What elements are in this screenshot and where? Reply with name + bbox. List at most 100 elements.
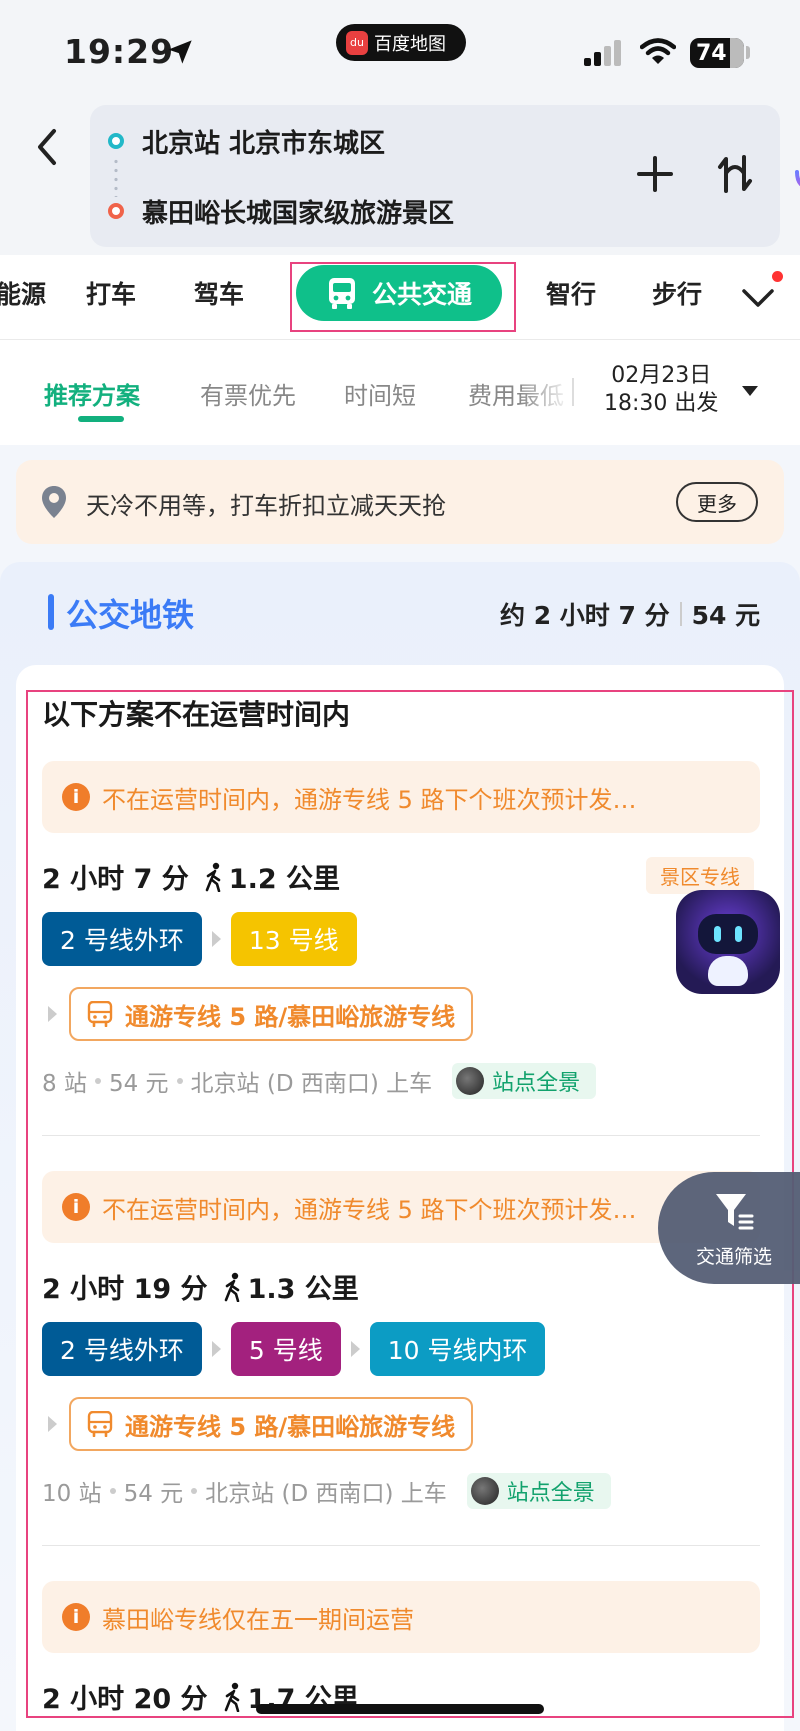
battery-tip	[746, 46, 750, 59]
meta-dot	[109, 1488, 116, 1494]
line-chip[interactable]: 13 号线	[230, 912, 357, 966]
transit-filter-button[interactable]: 交通筛选	[658, 1172, 800, 1284]
walk-icon	[224, 1272, 239, 1302]
add-stop-button[interactable]	[630, 149, 680, 199]
caret-down-icon[interactable]	[742, 386, 758, 396]
chevron-right-icon	[48, 1416, 57, 1432]
plan-2-meta: 10 站 54 元 北京站 (D 西南口) 上车 站点全景	[42, 1473, 611, 1509]
panel-title: 公交地铁	[66, 596, 195, 634]
plan-1-board: 北京站 (D 西南口) 上车	[190, 1071, 433, 1097]
plan-1-summary[interactable]: 2 小时 7 分 1.2 公里	[42, 857, 340, 896]
transit-filter-label: 交通筛选	[696, 1246, 773, 1268]
line-chip[interactable]: 10 号线内环	[369, 1322, 546, 1376]
summary-separator	[679, 602, 682, 626]
plan-1-warning[interactable]: i 不在运营时间内，通游专线 5 路下个班次预计发…	[42, 761, 760, 833]
plan-2-warning-text: 不在运营时间内，通游专线 5 路下个班次预计发…	[102, 1195, 637, 1224]
plan-2-walk-distance: 1.3 公里	[247, 1274, 359, 1305]
plan-1-stops: 8 站	[42, 1071, 87, 1097]
chevron-down-icon[interactable]	[740, 279, 776, 315]
plan-2-stops: 10 站	[42, 1481, 102, 1507]
filter-icon	[716, 1194, 754, 1230]
tab-walk[interactable]: 步行	[652, 275, 702, 311]
plan-2-lines: 2 号线外环 5 号线 10 号线内环	[42, 1322, 546, 1376]
plan-1-bus-row: 通游专线 5 路/慕田峪旅游专线	[48, 987, 474, 1041]
sort-recommended[interactable]: 推荐方案	[44, 376, 140, 411]
promo-text: 天冷不用等，打车折扣立减天天抢	[86, 492, 446, 520]
plan-divider	[42, 1135, 760, 1136]
route-start[interactable]: 北京站 北京市东城区	[142, 123, 385, 160]
end-dot-icon	[108, 203, 124, 219]
location-arrow-icon	[168, 40, 192, 64]
plan-2-fare: 54 元	[123, 1481, 184, 1507]
promo-banner[interactable]: 天冷不用等，打车折扣立减天天抢 更多	[16, 460, 784, 544]
plan-1-warning-text: 不在运营时间内，通游专线 5 路下个班次预计发…	[102, 785, 637, 814]
status-bar: 19:29 du 百度地图 74	[0, 0, 800, 105]
tab-taxi[interactable]: 打车	[86, 275, 136, 311]
battery-empty-portion	[730, 38, 744, 68]
app-indicator-pill[interactable]: du 百度地图	[336, 24, 466, 61]
sort-shortest-time[interactable]: 时间短	[344, 376, 416, 411]
swap-route-button[interactable]	[710, 149, 760, 199]
card-heading: 以下方案不在运营时间内	[42, 698, 351, 731]
promo-more-button[interactable]: 更多	[676, 482, 758, 522]
tab-drive[interactable]: 驾车	[194, 275, 244, 311]
plan-3-warning-text: 慕田峪专线仅在五一期间运营	[102, 1605, 414, 1634]
assistant-robot-icon[interactable]	[676, 890, 780, 994]
station-panorama-button[interactable]: 站点全景	[466, 1473, 611, 1509]
bus-line-chip[interactable]: 通游专线 5 路/慕田峪旅游专线	[69, 987, 474, 1041]
panorama-thumbnail	[470, 1477, 499, 1505]
robot-eye	[735, 926, 742, 942]
tab-energy[interactable]: 能源	[0, 275, 46, 311]
panel-summary: 约 2 小时 7 分 54 元	[500, 596, 760, 632]
plan-1-lines: 2 号线外环 13 号线	[42, 912, 357, 966]
plan-3-warning[interactable]: i 慕田峪专线仅在五一期间运营	[42, 1581, 760, 1653]
plan-3-duration: 2 小时 20 分	[42, 1684, 208, 1715]
sort-active-underline	[78, 416, 124, 422]
home-indicator[interactable]	[256, 1704, 544, 1714]
route-input-box[interactable]: 北京站 北京市东城区 慕田峪长城国家级旅游景区 !	[90, 105, 800, 247]
sort-separator	[572, 378, 574, 406]
bus-line-chip[interactable]: 通游专线 5 路/慕田峪旅游专线	[69, 1397, 474, 1451]
sort-overflow-fade	[520, 360, 572, 430]
summary-duration: 约 2 小时 7 分	[500, 601, 670, 630]
station-panorama-label: 站点全景	[506, 1481, 595, 1506]
line-chip[interactable]: 5 号线	[230, 1322, 341, 1376]
plan-2-warning[interactable]: i 不在运营时间内，通游专线 5 路下个班次预计发…	[42, 1171, 760, 1243]
line-chip[interactable]: 2 号线外环	[42, 1322, 202, 1376]
start-dot-icon	[108, 133, 124, 149]
walk-icon	[224, 1682, 239, 1712]
panorama-thumbnail	[456, 1067, 485, 1095]
station-panorama-button[interactable]: 站点全景	[452, 1063, 597, 1099]
panel-title-accent	[48, 594, 54, 630]
meta-dot	[191, 1488, 198, 1494]
plan-1-meta: 8 站 54 元 北京站 (D 西南口) 上车 站点全景	[42, 1063, 597, 1099]
app-name: 百度地图	[374, 33, 446, 55]
station-panorama-label: 站点全景	[492, 1071, 581, 1096]
plan-1-walk-distance: 1.2 公里	[228, 864, 341, 895]
plan-1-scenic-tag: 景区专线	[646, 857, 754, 894]
tab-smart[interactable]: 智行	[546, 275, 596, 311]
plan-1-duration: 2 小时 7 分	[42, 864, 189, 895]
route-end[interactable]: 慕田峪长城国家级旅游景区	[142, 193, 454, 230]
info-icon: i	[62, 1193, 90, 1221]
meta-dot	[176, 1078, 183, 1084]
status-time: 19:29	[64, 32, 175, 71]
plan-2-bus-row: 通游专线 5 路/慕田峪旅游专线	[48, 1397, 474, 1451]
sort-tickets-first[interactable]: 有票优先	[200, 376, 296, 411]
departure-date: 02月23日	[611, 363, 712, 388]
departure-time-picker[interactable]: 02月23日 18:30 出发	[604, 362, 718, 418]
plan-2-walk: 1.3 公里	[222, 1267, 359, 1306]
battery-level: 74	[696, 40, 727, 66]
departure-time: 18:30 出发	[604, 391, 719, 416]
chevron-left-icon[interactable]	[30, 123, 62, 171]
voice-input-button[interactable]: !	[790, 149, 800, 199]
active-tab-highlight	[290, 262, 516, 332]
plan-1-walk: 1.2 公里	[203, 857, 340, 896]
walk-icon	[205, 862, 221, 892]
line-chip[interactable]: 2 号线外环	[42, 912, 202, 966]
plan-2-summary[interactable]: 2 小时 19 分 1.3 公里	[42, 1267, 359, 1306]
swap-icon	[718, 155, 752, 193]
info-icon: i	[62, 1603, 90, 1631]
bus-line-name: 通游专线 5 路/慕田峪旅游专线	[125, 1002, 456, 1031]
robot-eye	[714, 926, 721, 942]
